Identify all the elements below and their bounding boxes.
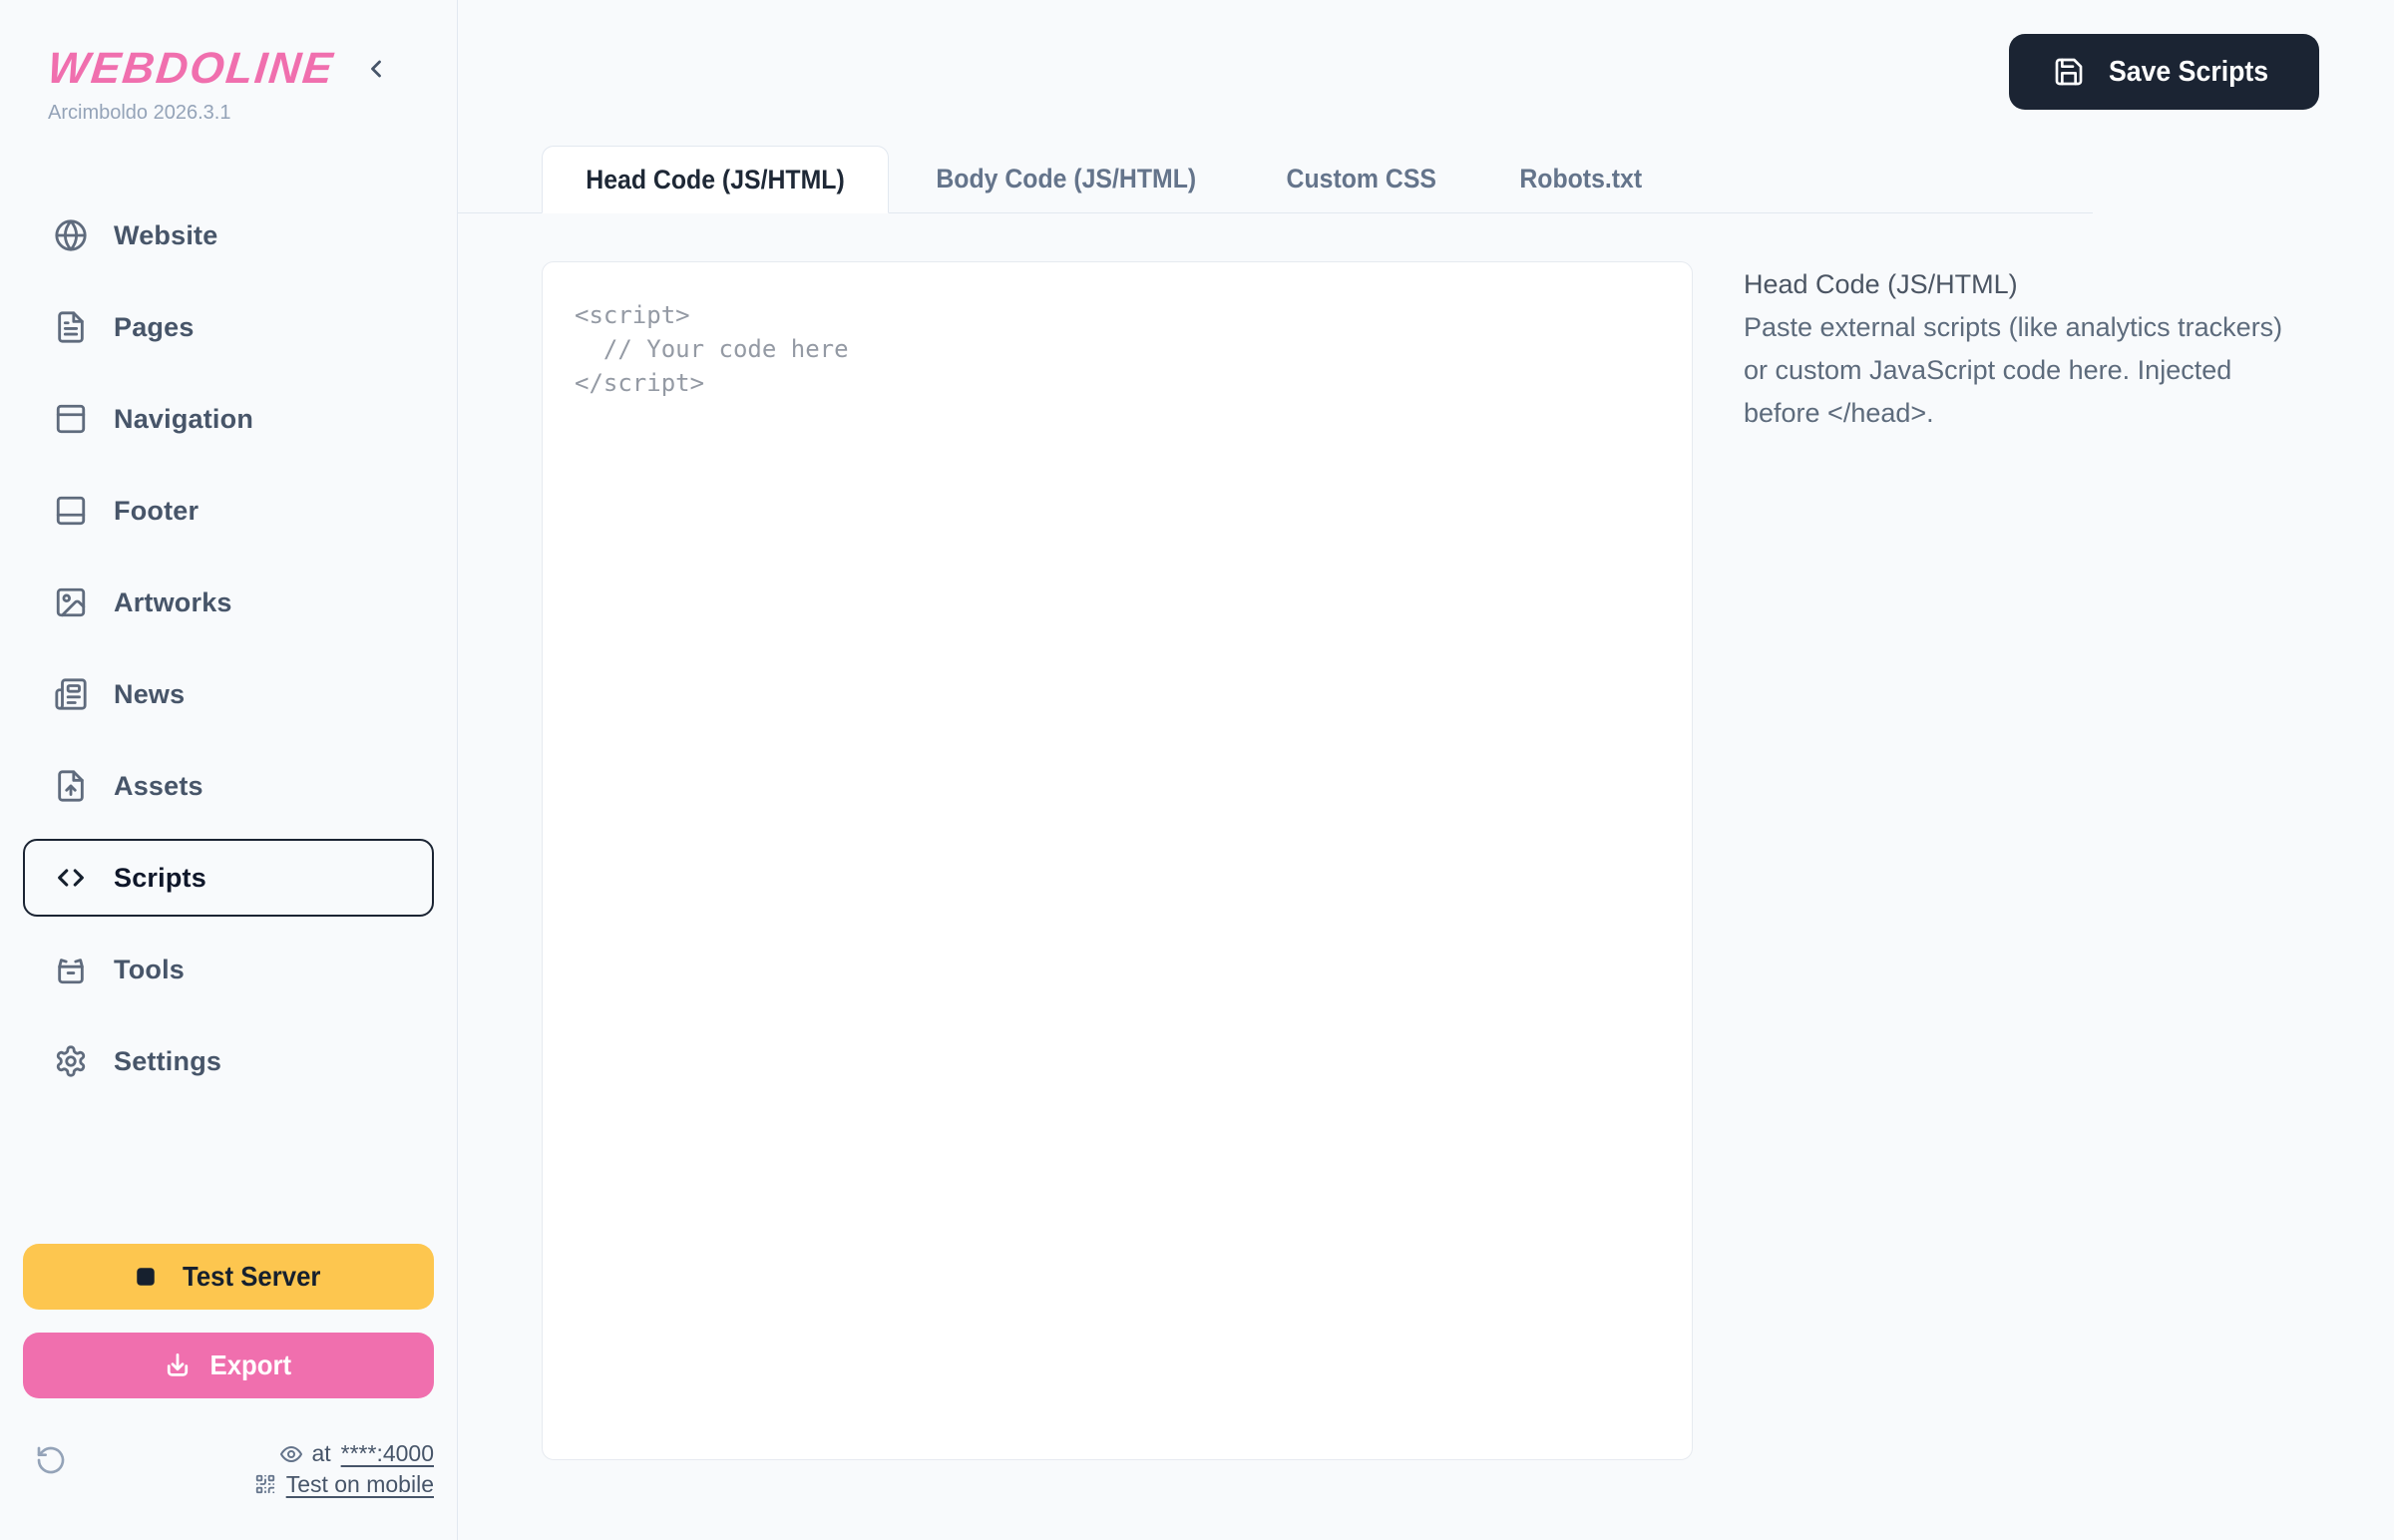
- sidebar-item-label: Website: [114, 220, 217, 251]
- sidebar-item-tools[interactable]: Tools: [23, 939, 434, 1000]
- test-server-label: Test Server: [183, 1261, 320, 1293]
- sidebar-item-pages[interactable]: Pages: [23, 296, 434, 358]
- toolbox-icon: [54, 953, 88, 986]
- eye-icon: [279, 1442, 303, 1466]
- tab-panel-head-code: Head Code (JS/HTML) Paste external scrip…: [458, 261, 2394, 1460]
- sidebar-item-footer[interactable]: Footer: [23, 480, 434, 542]
- panel-top-icon: [54, 402, 88, 436]
- sidebar-item-label: Footer: [114, 496, 199, 527]
- tab-body-code[interactable]: Body Code (JS/HTML): [889, 146, 1244, 212]
- save-icon: [2053, 56, 2085, 88]
- newspaper-icon: [54, 677, 88, 711]
- tab-label: Head Code (JS/HTML): [586, 165, 844, 195]
- stop-square-icon: [131, 1262, 161, 1292]
- sidebar-item-label: Pages: [114, 312, 195, 343]
- sidebar-item-settings[interactable]: Settings: [23, 1030, 434, 1092]
- logo-row: WEBDOLINE: [23, 44, 434, 94]
- preview-address-link[interactable]: ****:4000: [341, 1438, 434, 1469]
- sidebar-footer: at ****:4000 Test on mobile: [23, 1438, 434, 1500]
- sidebar-item-label: Scripts: [114, 863, 206, 894]
- tab-description: Head Code (JS/HTML) Paste external scrip…: [1744, 261, 2304, 1460]
- gear-icon: [54, 1044, 88, 1078]
- chevron-left-icon: [362, 55, 390, 83]
- sidebar-item-label: Navigation: [114, 404, 253, 435]
- sidebar-item-navigation[interactable]: Navigation: [23, 388, 434, 450]
- sidebar-item-label: Artworks: [114, 587, 232, 618]
- refresh-button[interactable]: [35, 1444, 67, 1476]
- code-editor-panel: [542, 261, 1693, 1460]
- export-label: Export: [209, 1349, 291, 1381]
- app-version: Arcimboldo 2026.3.1: [48, 102, 434, 125]
- rotate-ccw-icon: [35, 1444, 67, 1476]
- head-code-textarea[interactable]: [543, 262, 1692, 1459]
- sidebar-item-label: Tools: [114, 955, 185, 985]
- qr-code-icon: [254, 1473, 278, 1497]
- sidebar-item-website[interactable]: Website: [23, 204, 434, 266]
- scripts-tabbar: Head Code (JS/HTML) Body Code (JS/HTML) …: [458, 146, 2093, 213]
- panel-bottom-icon: [54, 494, 88, 528]
- tab-head-code[interactable]: Head Code (JS/HTML): [542, 146, 889, 213]
- preview-prefix: at: [311, 1438, 330, 1469]
- save-scripts-label: Save Scripts: [2109, 56, 2268, 89]
- sidebar-item-assets[interactable]: Assets: [23, 755, 434, 817]
- sidebar-item-label: News: [114, 679, 185, 710]
- description-body: Paste external scripts (like analytics t…: [1744, 306, 2304, 435]
- globe-icon: [54, 218, 88, 252]
- tab-robots-txt[interactable]: Robots.txt: [1478, 146, 1683, 212]
- image-icon: [54, 585, 88, 619]
- app-logo: WEBDOLINE: [45, 44, 336, 94]
- sidebar-item-artworks[interactable]: Artworks: [23, 572, 434, 633]
- sidebar-item-label: Settings: [114, 1046, 221, 1077]
- main-content: Save Scripts Head Code (JS/HTML) Body Co…: [458, 0, 2394, 1540]
- sidebar-nav: Website Pages Navigation Footer Artworks: [23, 204, 434, 1122]
- sidebar-collapse-button[interactable]: [362, 55, 390, 83]
- code-icon: [54, 861, 88, 895]
- sidebar: WEBDOLINE Arcimboldo 2026.3.1 Website Pa…: [0, 0, 458, 1540]
- tab-label: Body Code (JS/HTML): [936, 164, 1196, 194]
- sidebar-item-scripts[interactable]: Scripts: [23, 839, 434, 917]
- description-title: Head Code (JS/HTML): [1744, 263, 2304, 306]
- save-scripts-button[interactable]: Save Scripts: [2009, 34, 2319, 110]
- test-on-mobile-line: Test on mobile: [254, 1469, 434, 1500]
- sidebar-item-label: Assets: [114, 771, 203, 802]
- tab-label: Custom CSS: [1286, 164, 1435, 194]
- download-icon: [163, 1350, 193, 1380]
- test-on-mobile-link[interactable]: Test on mobile: [286, 1469, 434, 1500]
- preview-links: at ****:4000 Test on mobile: [254, 1438, 434, 1500]
- tab-custom-css[interactable]: Custom CSS: [1244, 146, 1479, 212]
- test-server-button[interactable]: Test Server: [23, 1244, 434, 1310]
- tab-label: Robots.txt: [1519, 164, 1642, 194]
- file-text-icon: [54, 310, 88, 344]
- file-upload-icon: [54, 769, 88, 803]
- sidebar-bottom: Test Server Export at ****:4000: [23, 1244, 434, 1500]
- sidebar-item-news[interactable]: News: [23, 663, 434, 725]
- export-button[interactable]: Export: [23, 1333, 434, 1398]
- preview-address-line: at ****:4000: [254, 1438, 434, 1469]
